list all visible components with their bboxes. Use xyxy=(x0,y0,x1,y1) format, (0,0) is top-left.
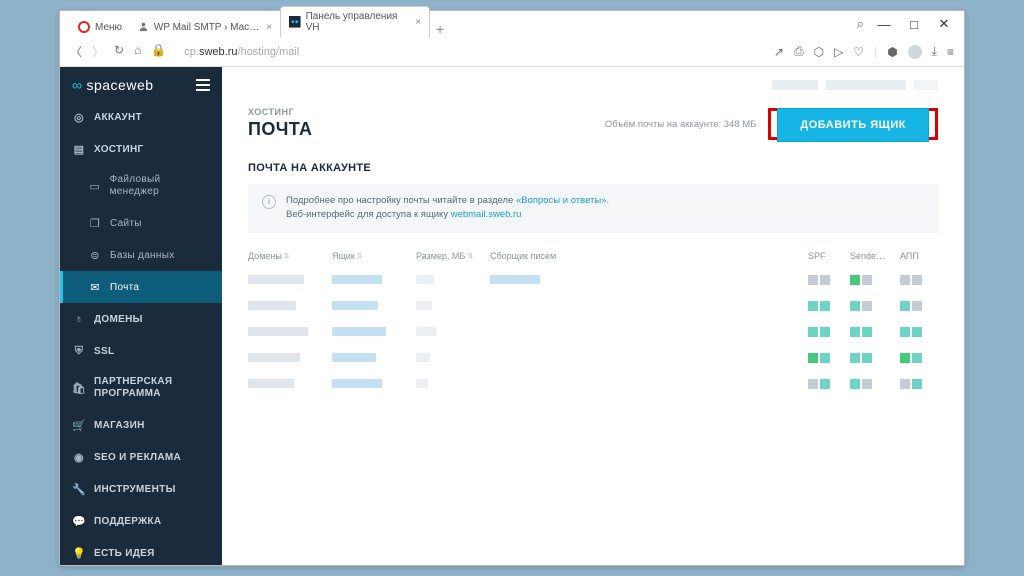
sidebar-item-tools[interactable]: 🔧 ИНСТРУМЕНТЫ xyxy=(60,473,222,505)
tab-wp-mail[interactable]: WP Mail SMTP › Мастер у × xyxy=(130,17,280,37)
col-spf: SPF xyxy=(808,251,846,261)
sidebar-item-support[interactable]: 💬 ПОДДЕРЖКА xyxy=(60,505,222,537)
table-header: Домены⇅ Ящик⇅ Размер, МБ⇅ Сборщик писем … xyxy=(248,245,938,267)
tab-label: Панель управления VH xyxy=(306,11,411,33)
tab-strip: Меню WP Mail SMTP › Мастер у × Панель уп… xyxy=(70,11,450,37)
sidebar-item-db[interactable]: ⊜ Базы данных xyxy=(60,239,222,271)
col-domains[interactable]: Домены⇅ xyxy=(248,251,328,261)
table-row[interactable] xyxy=(248,371,938,397)
person-icon xyxy=(138,21,149,33)
quota-text: Объём почты на аккаунте: 348 МБ xyxy=(605,119,757,130)
user-icon: ◎ xyxy=(72,110,86,124)
sidebar-item-ssl[interactable]: ⛨ SSL xyxy=(60,335,222,367)
heart-icon[interactable]: ♡ xyxy=(853,45,864,59)
shield-icon[interactable]: ⬡ xyxy=(814,45,824,59)
search-icon[interactable]: ⌕ xyxy=(857,16,864,32)
col-collector[interactable]: Сборщик писем xyxy=(490,251,580,261)
page-header: ХОСТИНГ ПОЧТА Объём почты на аккаунте: 3… xyxy=(222,103,964,142)
close-icon[interactable]: × xyxy=(266,22,272,33)
sidebar: ∞ spaceweb ◎ АККАУНТ ▤ ХОСТИНГ ▭ Файловы… xyxy=(60,67,222,565)
info-text: Подробнее про настройку почты читайте в … xyxy=(286,194,609,223)
forward-button[interactable]: 〉 xyxy=(92,43,104,60)
info-banner: i Подробнее про настройку почты читайте … xyxy=(248,184,938,233)
minimize-button[interactable]: — xyxy=(874,17,894,32)
cart-icon: 🛒 xyxy=(72,418,86,432)
close-button[interactable]: ✕ xyxy=(934,16,954,32)
sw-icon xyxy=(289,16,301,28)
chat-icon: 💬 xyxy=(72,514,86,528)
faq-link[interactable]: «Вопросы и ответы» xyxy=(516,195,607,206)
bag-icon: 🛍 xyxy=(72,381,86,395)
sidebar-item-shop[interactable]: 🛒 МАГАЗИН xyxy=(60,409,222,441)
tab-label: WP Mail SMTP › Мастер у xyxy=(154,22,261,33)
tab-add-button[interactable]: + xyxy=(430,21,450,37)
glasses-icon: ∞ xyxy=(72,77,82,93)
section-title: ПОЧТА НА АККАУНТЕ xyxy=(222,142,964,184)
target-icon: ◉ xyxy=(72,450,86,464)
sidebar-item-seo[interactable]: ◉ SEO И РЕКЛАМА xyxy=(60,441,222,473)
share-icon[interactable]: ↗ xyxy=(774,45,784,59)
content-area: ХОСТИНГ ПОЧТА Объём почты на аккаунте: 3… xyxy=(222,67,964,565)
mail-table: Домены⇅ Ящик⇅ Размер, МБ⇅ Сборщик писем … xyxy=(222,245,964,397)
window-buttons: ⌕ — □ ✕ xyxy=(857,16,954,32)
tab-menu[interactable]: Меню xyxy=(70,17,130,37)
maximize-button[interactable]: □ xyxy=(904,17,924,32)
page-title: ПОЧТА xyxy=(248,119,312,140)
folder-icon: ▭ xyxy=(88,179,102,193)
download-icon[interactable]: ⤓ xyxy=(932,44,937,59)
viewport: ∞ spaceweb ◎ АККАУНТ ▤ ХОСТИНГ ▭ Файловы… xyxy=(60,67,964,565)
profile-avatar[interactable] xyxy=(908,45,922,59)
hamburger-icon[interactable] xyxy=(196,79,210,91)
menu-icon[interactable]: ≡ xyxy=(947,45,954,59)
back-button[interactable]: 〈 xyxy=(70,43,82,60)
sidebar-item-account[interactable]: ◎ АККАУНТ xyxy=(60,101,222,133)
camera-icon[interactable]: ⎙ xyxy=(794,44,804,59)
sidebar-item-files[interactable]: ▭ Файловый менеджер xyxy=(60,165,222,207)
globe-icon: ♁ xyxy=(72,312,86,326)
opera-icon xyxy=(78,21,90,33)
db-icon: ⊜ xyxy=(88,248,102,262)
bulb-icon: 💡 xyxy=(72,546,86,560)
col-size[interactable]: Размер, МБ⇅ xyxy=(416,251,486,261)
layers-icon: ❐ xyxy=(88,216,102,230)
mail-icon: ✉ xyxy=(88,280,102,294)
shield-icon: ⛨ xyxy=(72,344,86,358)
play-icon[interactable]: ▷ xyxy=(834,45,843,59)
col-sender: Sende… xyxy=(850,251,896,261)
server-icon: ▤ xyxy=(72,142,86,156)
box-icon[interactable]: ⬢ xyxy=(887,45,897,59)
lock-icon: 🔒 xyxy=(151,43,166,60)
add-mailbox-button[interactable]: ДОБАВИТЬ ЯЩИК xyxy=(777,108,929,142)
window-top-bar: Меню WP Mail SMTP › Мастер у × Панель уп… xyxy=(60,11,964,37)
col-mailbox[interactable]: Ящик⇅ xyxy=(332,251,412,261)
brand-bar: ∞ spaceweb xyxy=(60,67,222,101)
webmail-link[interactable]: webmail.sweb.ru xyxy=(451,209,522,220)
tab-label: Меню xyxy=(95,22,122,33)
table-row[interactable] xyxy=(248,293,938,319)
breadcrumb: ХОСТИНГ xyxy=(248,107,312,117)
info-icon: i xyxy=(262,195,276,209)
table-row[interactable] xyxy=(248,345,938,371)
browser-window: Меню WP Mail SMTP › Мастер у × Панель уп… xyxy=(59,10,965,566)
highlight-annotation: ДОБАВИТЬ ЯЩИК xyxy=(768,108,938,140)
brand-logo[interactable]: ∞ spaceweb xyxy=(72,77,154,93)
url-field[interactable]: cp.sweb.ru/hosting/mail xyxy=(176,46,764,58)
sidebar-item-idea[interactable]: 💡 ЕСТЬ ИДЕЯ xyxy=(60,537,222,565)
account-strip xyxy=(222,67,964,103)
tab-panel-vh[interactable]: Панель управления VH × xyxy=(280,6,430,37)
reload-button[interactable]: ↻ xyxy=(114,43,124,60)
col-app: АПП xyxy=(900,251,938,261)
close-icon[interactable]: × xyxy=(415,17,421,28)
table-row[interactable] xyxy=(248,267,938,293)
sidebar-item-mail[interactable]: ✉ Почта xyxy=(60,271,222,303)
sidebar-item-partner[interactable]: 🛍 ПАРТНЕРСКАЯ ПРОГРАММА xyxy=(60,367,222,409)
sidebar-item-domains[interactable]: ♁ ДОМЕНЫ xyxy=(60,303,222,335)
sidebar-item-sites[interactable]: ❐ Сайты xyxy=(60,207,222,239)
wrench-icon: 🔧 xyxy=(72,482,86,496)
sidebar-item-hosting[interactable]: ▤ ХОСТИНГ xyxy=(60,133,222,165)
address-bar: 〈 〉 ↻ ⌂ 🔒 cp.sweb.ru/hosting/mail ↗ ⎙ ⬡ … xyxy=(60,37,964,67)
table-row[interactable] xyxy=(248,319,938,345)
home-button[interactable]: ⌂ xyxy=(134,43,141,60)
